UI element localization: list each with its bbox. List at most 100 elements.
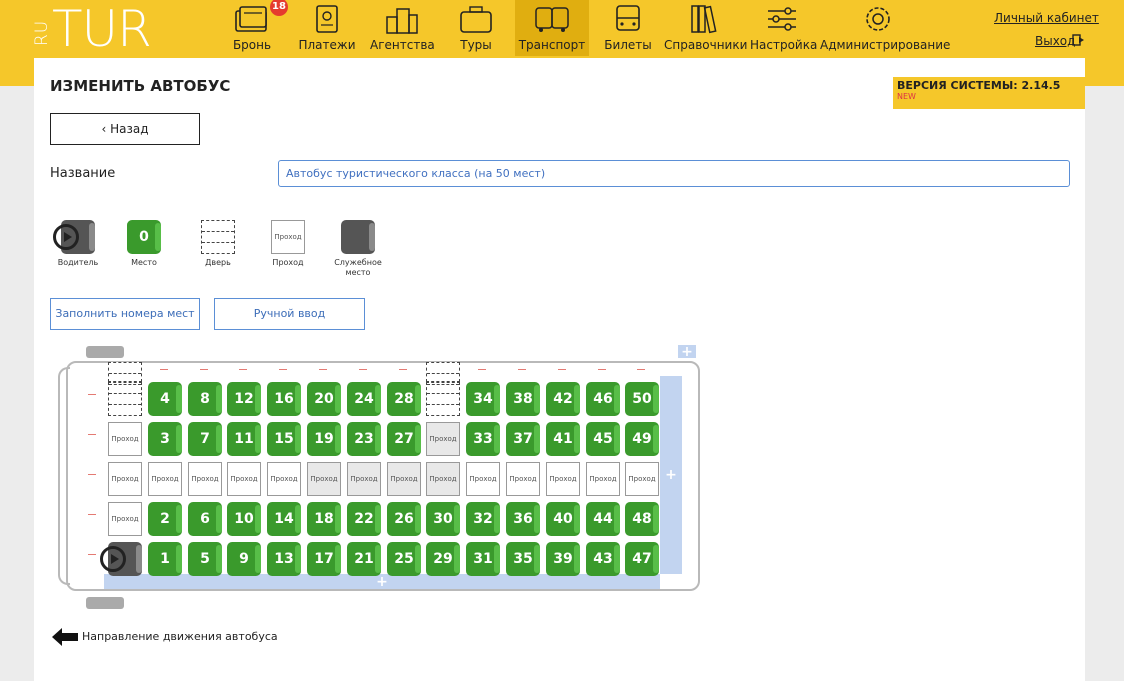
aisle-cell[interactable]: Проход (466, 462, 500, 496)
add-row-strip[interactable]: + (104, 574, 660, 589)
seat-42[interactable]: 42 (546, 382, 580, 416)
remove-column-mark[interactable] (319, 369, 327, 370)
account-link[interactable]: Личный кабинет (994, 11, 1099, 25)
aisle-cell[interactable]: Проход (148, 462, 182, 496)
seat-23[interactable]: 23 (347, 422, 381, 456)
remove-row-mark[interactable] (88, 514, 96, 515)
door-cell[interactable] (426, 382, 460, 416)
remove-row-mark[interactable] (88, 434, 96, 435)
seat-9[interactable]: 9 (227, 542, 261, 576)
remove-column-mark[interactable] (637, 369, 645, 370)
door-cell-top[interactable] (426, 362, 460, 385)
seat-46[interactable]: 46 (586, 382, 620, 416)
seat-4[interactable]: 4 (148, 382, 182, 416)
aisle-cell[interactable]: Проход (625, 462, 659, 496)
seat-7[interactable]: 7 (188, 422, 222, 456)
logout-link[interactable]: Выход (1035, 34, 1075, 48)
seat-11[interactable]: 11 (227, 422, 261, 456)
fill-seat-numbers-button[interactable]: Заполнить номера мест (50, 298, 200, 330)
seat-6[interactable]: 6 (188, 502, 222, 536)
nav-bookings[interactable]: 18 Бронь (222, 0, 288, 56)
remove-row-mark[interactable] (88, 554, 96, 555)
seat-22[interactable]: 22 (347, 502, 381, 536)
aisle-cell[interactable]: Проход (227, 462, 261, 496)
aisle-cell[interactable]: Проход (546, 462, 580, 496)
seat-24[interactable]: 24 (347, 382, 381, 416)
aisle-cell[interactable]: Проход (267, 462, 301, 496)
aisle-cell[interactable]: Проход (108, 462, 142, 496)
door-cell-top[interactable] (108, 362, 142, 385)
seat-12[interactable]: 12 (227, 382, 261, 416)
remove-row-mark[interactable] (88, 474, 96, 475)
seat-25[interactable]: 25 (387, 542, 421, 576)
aisle-cell[interactable]: Проход (426, 422, 460, 456)
seat-15[interactable]: 15 (267, 422, 301, 456)
seat-37[interactable]: 37 (506, 422, 540, 456)
seat-33[interactable]: 33 (466, 422, 500, 456)
nav-settings[interactable]: Настройка (750, 0, 817, 56)
seat-32[interactable]: 32 (466, 502, 500, 536)
seat-41[interactable]: 41 (546, 422, 580, 456)
remove-column-mark[interactable] (200, 369, 208, 370)
seat-18[interactable]: 18 (307, 502, 341, 536)
seat-16[interactable]: 16 (267, 382, 301, 416)
nav-agencies[interactable]: Агентства (370, 0, 435, 56)
nav-administration[interactable]: Администрирование (820, 0, 950, 56)
remove-column-mark[interactable] (399, 369, 407, 370)
seat-39[interactable]: 39 (546, 542, 580, 576)
back-button[interactable]: ‹ Назад (50, 113, 200, 145)
seat-13[interactable]: 13 (267, 542, 301, 576)
seat-26[interactable]: 26 (387, 502, 421, 536)
nav-tickets[interactable]: Билеты (600, 0, 656, 56)
seat-49[interactable]: 49 (625, 422, 659, 456)
seat-38[interactable]: 38 (506, 382, 540, 416)
seat-31[interactable]: 31 (466, 542, 500, 576)
seat-30[interactable]: 30 (426, 502, 460, 536)
door-cell[interactable] (108, 382, 142, 416)
aisle-cell[interactable]: Проход (307, 462, 341, 496)
seat-8[interactable]: 8 (188, 382, 222, 416)
seat-36[interactable]: 36 (506, 502, 540, 536)
remove-row-mark[interactable] (88, 394, 96, 395)
remove-column-mark[interactable] (598, 369, 606, 370)
add-corner-button[interactable]: + (678, 345, 696, 359)
seat-34[interactable]: 34 (466, 382, 500, 416)
nav-tours[interactable]: Туры (448, 0, 504, 56)
remove-column-mark[interactable] (478, 369, 486, 370)
seat-43[interactable]: 43 (586, 542, 620, 576)
aisle-cell[interactable]: Проход (108, 422, 142, 456)
aisle-cell[interactable]: Проход (387, 462, 421, 496)
seat-47[interactable]: 47 (625, 542, 659, 576)
remove-column-mark[interactable] (558, 369, 566, 370)
seat-1[interactable]: 1 (148, 542, 182, 576)
seat-27[interactable]: 27 (387, 422, 421, 456)
remove-column-mark[interactable] (279, 369, 287, 370)
driver-cell[interactable] (100, 542, 142, 576)
manual-input-button[interactable]: Ручной ввод (214, 298, 365, 330)
seat-35[interactable]: 35 (506, 542, 540, 576)
seat-5[interactable]: 5 (188, 542, 222, 576)
seat-17[interactable]: 17 (307, 542, 341, 576)
seat-10[interactable]: 10 (227, 502, 261, 536)
seat-14[interactable]: 14 (267, 502, 301, 536)
remove-column-mark[interactable] (518, 369, 526, 370)
seat-45[interactable]: 45 (586, 422, 620, 456)
aisle-cell[interactable]: Проход (426, 462, 460, 496)
seat-40[interactable]: 40 (546, 502, 580, 536)
remove-column-mark[interactable] (239, 369, 247, 370)
seat-20[interactable]: 20 (307, 382, 341, 416)
seat-2[interactable]: 2 (148, 502, 182, 536)
aisle-cell[interactable]: Проход (108, 502, 142, 536)
remove-column-mark[interactable] (359, 369, 367, 370)
bus-name-input[interactable]: Автобус туристического класса (на 50 мес… (278, 160, 1070, 187)
seat-50[interactable]: 50 (625, 382, 659, 416)
nav-transport[interactable]: Транспорт (515, 0, 589, 56)
seat-44[interactable]: 44 (586, 502, 620, 536)
seat-3[interactable]: 3 (148, 422, 182, 456)
seat-48[interactable]: 48 (625, 502, 659, 536)
aisle-cell[interactable]: Проход (586, 462, 620, 496)
seat-19[interactable]: 19 (307, 422, 341, 456)
aisle-cell[interactable]: Проход (506, 462, 540, 496)
nav-references[interactable]: Справочники (664, 0, 747, 56)
aisle-cell[interactable]: Проход (347, 462, 381, 496)
